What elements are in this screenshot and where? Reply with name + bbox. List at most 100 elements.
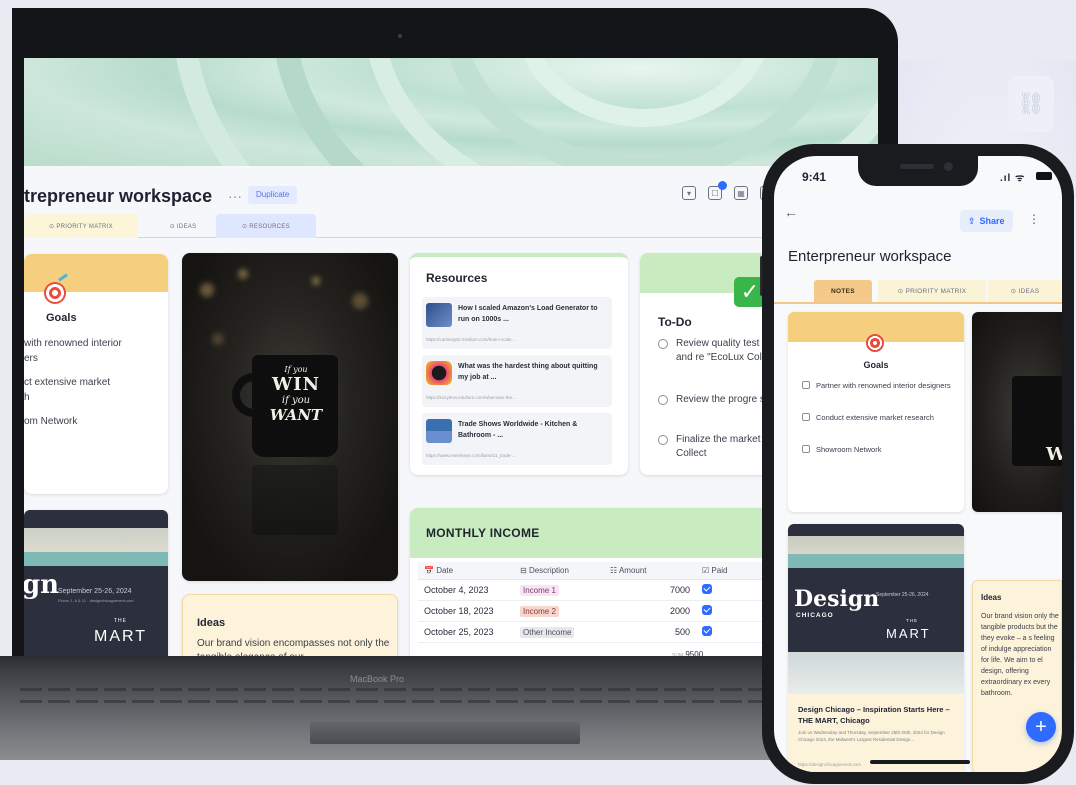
- goal-text: Conduct extensive market research: [816, 413, 934, 422]
- back-arrow-icon[interactable]: ←: [784, 204, 798, 220]
- number-icon: ☷: [610, 566, 618, 575]
- mug-photo-card[interactable]: If you WIN if you WANT: [182, 253, 398, 581]
- goal-item[interactable]: Partner with renowned interior designers: [802, 380, 952, 391]
- resource-title: What was the hardest thing about quittin…: [458, 363, 598, 381]
- template-icon[interactable]: ▾: [682, 186, 696, 200]
- phone-notch: [858, 156, 978, 186]
- cell-amount[interactable]: 500: [604, 621, 696, 643]
- room-photo: [788, 652, 964, 694]
- design-venue: Floors 1, 8 & 11 · designchicagoevent.co…: [58, 598, 134, 603]
- column-header-label: Date: [436, 566, 454, 575]
- tab-priority-matrix[interactable]: ⊙ PRIORITY MATRIX: [24, 214, 138, 238]
- mug-text: WIN: [1046, 444, 1062, 465]
- column-header-date[interactable]: 📅 Date: [418, 562, 514, 580]
- tab-resources[interactable]: ⊙ RESOURCES: [216, 214, 316, 238]
- todo-checkbox[interactable]: [658, 339, 668, 349]
- add-button[interactable]: +: [1026, 712, 1056, 742]
- resource-title: How I scaled Amazon's Load Generator to …: [458, 305, 598, 323]
- cell-amount[interactable]: 7000: [604, 579, 696, 601]
- cell-date[interactable]: October 25, 2023: [418, 621, 514, 643]
- bokeh-light: [312, 277, 320, 285]
- ideas-text: Our brand vision only the tangible produ…: [981, 613, 1059, 697]
- design-chicago-card[interactable]: Design CHICAGO September 25-26, 2024 THE…: [788, 524, 964, 772]
- mart-the: THE: [114, 618, 127, 624]
- goal-text: Showroom Network: [816, 445, 882, 454]
- table-row[interactable]: October 18, 2023 Income 2 2000: [418, 600, 776, 622]
- goal-item[interactable]: Conduct extensive market research: [802, 412, 952, 423]
- goal-checkbox[interactable]: [802, 445, 810, 453]
- chat-icon[interactable]: ☐: [708, 181, 727, 200]
- share-label: Share: [979, 216, 1005, 226]
- cell-date[interactable]: October 4, 2023: [418, 579, 514, 601]
- goal-item[interactable]: ct extensive market: [24, 377, 110, 388]
- goals-card[interactable]: Goals with renowned interior ers ct exte…: [24, 254, 168, 494]
- calendar-icon: 📅: [424, 566, 434, 575]
- goal-checkbox[interactable]: [802, 381, 810, 389]
- resource-link[interactable]: What was the hardest thing about quittin…: [422, 355, 612, 407]
- ideas-card[interactable]: Ideas Our brand vision only the tangible…: [972, 580, 1062, 772]
- signal-wifi-icon: .ıl ᯤ: [1000, 173, 1026, 184]
- column-header-amount[interactable]: ☷ Amount: [604, 562, 696, 580]
- cell-description[interactable]: Income 1: [514, 579, 604, 601]
- paid-checkbox[interactable]: [702, 584, 712, 594]
- goal-checkbox[interactable]: [802, 413, 810, 421]
- link-preview-description: Join us Wednesday and Thursday, Septembe…: [798, 730, 945, 742]
- resource-url: https://kozyrkov.medium.com/what-was-the…: [426, 395, 516, 400]
- table-row[interactable]: October 4, 2023 Income 1 7000: [418, 579, 776, 601]
- goal-item[interactable]: Showroom Network: [802, 444, 952, 455]
- design-logo-text: Design: [794, 586, 880, 612]
- more-options-button[interactable]: ⋮: [1028, 212, 1040, 226]
- goals-title: Goals: [863, 360, 889, 370]
- todo-checkbox[interactable]: [658, 395, 668, 405]
- share-button[interactable]: ⇪ Share: [960, 210, 1013, 232]
- resource-link[interactable]: How I scaled Amazon's Load Generator to …: [422, 297, 612, 349]
- calendar-icon[interactable]: ▦: [734, 186, 748, 200]
- link-preview-title: Design Chicago – Inspiration Starts Here…: [798, 705, 950, 725]
- page-title: Enterpreneur workspace: [788, 248, 952, 265]
- trackpad: [310, 722, 580, 744]
- bokeh-light: [212, 333, 224, 345]
- duplicate-button[interactable]: Duplicate: [248, 186, 298, 204]
- mug-text-line: if you: [281, 395, 311, 406]
- ideas-card[interactable]: Ideas Our brand vision encompasses not o…: [182, 594, 398, 663]
- resource-link[interactable]: Trade Shows Worldwide - Kitchen & Bathro…: [422, 413, 612, 465]
- tab-notes[interactable]: NOTES: [814, 280, 872, 302]
- monthly-income-card[interactable]: MONTHLY INCOME 📅 Date ⊟ Description ☷ Am…: [410, 508, 810, 663]
- mug-text-line: WIN: [271, 374, 321, 395]
- mug-text-line: WANT: [269, 406, 323, 424]
- goal-item: h: [24, 392, 30, 403]
- cell-date[interactable]: October 18, 2023: [418, 600, 514, 622]
- cell-description[interactable]: Income 2: [514, 600, 604, 622]
- bokeh-light: [238, 269, 248, 279]
- goals-card[interactable]: Goals Partner with renowned interior des…: [788, 312, 964, 512]
- column-header-label: Amount: [618, 566, 647, 575]
- description-tag: Income 1: [520, 584, 559, 596]
- cell-amount[interactable]: 2000: [604, 600, 696, 622]
- resources-title: Resources: [426, 271, 488, 285]
- resources-card[interactable]: Resources How I scaled Amazon's Load Gen…: [410, 253, 628, 475]
- goal-item[interactable]: with renowned interior: [24, 338, 122, 349]
- column-header-label: Paid: [711, 566, 728, 575]
- notification-badge: [718, 181, 727, 190]
- more-options-button[interactable]: ···: [228, 188, 242, 204]
- paid-checkbox[interactable]: [702, 626, 712, 636]
- tab-ideas[interactable]: ⊙ IDEAS: [988, 280, 1062, 302]
- tab-ideas[interactable]: ⊙ IDEAS: [142, 214, 224, 238]
- todo-checkbox[interactable]: [658, 435, 668, 445]
- laptop-camera: [398, 34, 402, 38]
- goal-item[interactable]: om Network: [24, 416, 77, 427]
- resource-url: https://www.eventseye.com/fairs/st1_trad…: [426, 453, 516, 458]
- goal-item: ers: [24, 353, 38, 364]
- mug-photo-card[interactable]: WIN: [972, 312, 1062, 512]
- share-icon: ⇪: [968, 215, 976, 226]
- tab-priority-matrix[interactable]: ⊙ PRIORITY MATRIX: [878, 280, 986, 302]
- table-row[interactable]: October 25, 2023 Other Income 500: [418, 621, 776, 643]
- cell-description[interactable]: Other Income: [514, 621, 604, 643]
- bokeh-light: [200, 283, 214, 297]
- design-chicago-card[interactable]: gn September 25-26, 2024 Floors 1, 8 & 1…: [24, 510, 168, 663]
- design-date: September 25-26, 2024: [876, 592, 929, 598]
- column-header-description[interactable]: ⊟ Description: [514, 562, 604, 580]
- link-preview-url: https://designchicagoevent.com: [798, 762, 862, 767]
- phone-screen: 9:41 .ıl ᯤ ← ⇪ Share ⋮ Enterpreneur work…: [774, 156, 1062, 772]
- paid-checkbox[interactable]: [702, 605, 712, 615]
